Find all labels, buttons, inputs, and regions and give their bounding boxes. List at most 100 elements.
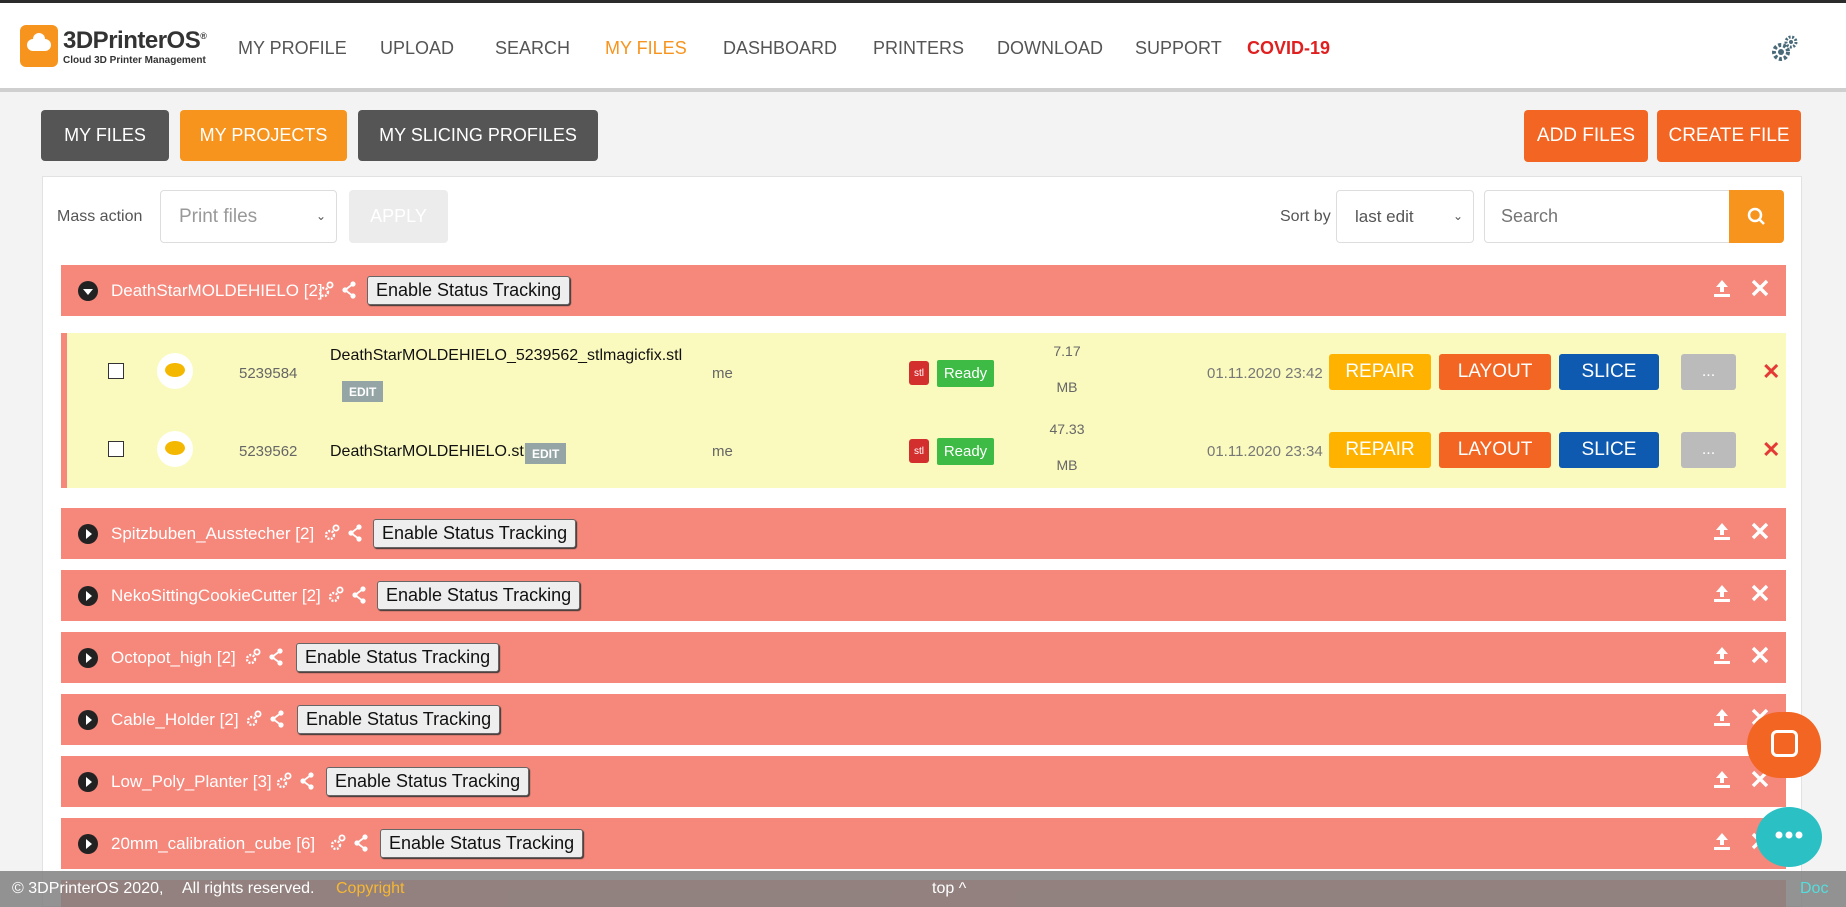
- edit-badge[interactable]: EDIT: [342, 381, 384, 402]
- nav-dashboard[interactable]: DASHBOARD: [723, 38, 837, 59]
- nav-download[interactable]: DOWNLOAD: [997, 38, 1103, 59]
- file-checkbox[interactable]: [108, 363, 124, 379]
- expand-icon[interactable]: [78, 710, 98, 730]
- layout-button[interactable]: LAYOUT: [1439, 432, 1551, 468]
- chevron-down-icon: ⌄: [1452, 209, 1463, 223]
- project-name[interactable]: Octopot_high [2]: [111, 648, 236, 668]
- project-tools-icon[interactable]: [323, 522, 367, 544]
- project-tools-icon[interactable]: [244, 646, 288, 668]
- project-name[interactable]: Spitzbuben_Ausstecher [2]: [111, 524, 314, 544]
- settings-gear-icon[interactable]: [1768, 33, 1800, 65]
- repair-button[interactable]: REPAIR: [1329, 354, 1431, 390]
- slice-button[interactable]: SLICE: [1559, 432, 1659, 468]
- project-name[interactable]: Low_Poly_Planter [3]: [111, 772, 272, 792]
- project-name[interactable]: Cable_Holder [2]: [111, 710, 239, 730]
- project-row[interactable]: 20mm_calibration_cube [6] Enable Status …: [61, 818, 1786, 869]
- more-options-button[interactable]: ...: [1681, 354, 1736, 390]
- enable-status-tracking-button[interactable]: Enable Status Tracking: [296, 643, 500, 672]
- search-input[interactable]: [1484, 190, 1730, 243]
- upload-icon[interactable]: [1712, 582, 1732, 604]
- nav-printers[interactable]: PRINTERS: [873, 38, 964, 59]
- project-row[interactable]: Octopot_high [2] Enable Status Tracking: [61, 632, 1786, 683]
- close-icon[interactable]: [1750, 582, 1770, 604]
- project-tools-icon[interactable]: [329, 832, 373, 854]
- upload-icon[interactable]: [1712, 520, 1732, 542]
- project-tools-icon[interactable]: [327, 584, 371, 606]
- project-row[interactable]: Cable_Holder [2] Enable Status Tracking: [61, 694, 1786, 745]
- file-thumbnail[interactable]: [157, 353, 193, 389]
- file-checkbox[interactable]: [108, 441, 124, 457]
- chat-bubble-button[interactable]: [1756, 807, 1822, 867]
- nav-support[interactable]: SUPPORT: [1135, 38, 1222, 59]
- tab-my-projects[interactable]: MY PROJECTS: [180, 110, 347, 161]
- expand-icon[interactable]: [78, 772, 98, 792]
- footer-doc-link[interactable]: Doc: [1800, 880, 1828, 898]
- layout-button[interactable]: LAYOUT: [1439, 354, 1551, 390]
- enable-status-tracking-button[interactable]: Enable Status Tracking: [297, 705, 501, 734]
- project-name[interactable]: DeathStarMOLDEHIELO [2]: [111, 281, 323, 301]
- project-row[interactable]: NekoSittingCookieCutter [2] Enable Statu…: [61, 570, 1786, 621]
- file-size: 47.33 MB: [1049, 421, 1085, 473]
- project-row[interactable]: Spitzbuben_Ausstecher [2] Enable Status …: [61, 508, 1786, 559]
- nav-my-files[interactable]: MY FILES: [605, 38, 687, 59]
- collapse-icon[interactable]: [78, 281, 98, 301]
- back-to-top-link[interactable]: top ^: [932, 880, 966, 898]
- upload-icon[interactable]: [1712, 644, 1732, 666]
- project-row[interactable]: Low_Poly_Planter [3] Enable Status Track…: [61, 756, 1786, 807]
- footer-copyright-link[interactable]: Copyright: [336, 880, 404, 898]
- close-icon[interactable]: [1750, 520, 1770, 542]
- upload-icon[interactable]: [1712, 706, 1732, 728]
- stl-file-icon: stl: [909, 361, 929, 385]
- footer-rights-text: All rights reserved.: [182, 880, 315, 897]
- repair-button[interactable]: REPAIR: [1329, 432, 1431, 468]
- nav-my-profile[interactable]: MY PROFILE: [238, 38, 347, 59]
- upload-icon[interactable]: [1712, 768, 1732, 790]
- logo-title: 3DPrinterOS®: [63, 27, 207, 54]
- expand-icon[interactable]: [78, 524, 98, 544]
- enable-status-tracking-button[interactable]: Enable Status Tracking: [377, 581, 581, 610]
- tab-my-files[interactable]: MY FILES: [41, 110, 169, 161]
- nav-covid-19[interactable]: COVID-19: [1247, 38, 1330, 59]
- expand-icon[interactable]: [78, 834, 98, 854]
- enable-status-tracking-button[interactable]: Enable Status Tracking: [326, 767, 530, 796]
- project-tools-icon[interactable]: [245, 708, 289, 730]
- logo-subtitle: Cloud 3D Printer Management: [63, 55, 206, 66]
- upload-icon[interactable]: [1712, 277, 1732, 299]
- file-id: 5239584: [239, 365, 298, 382]
- edit-badge[interactable]: EDIT: [525, 443, 567, 464]
- project-name[interactable]: NekoSittingCookieCutter [2]: [111, 586, 321, 606]
- mass-action-select[interactable]: Print files ⌄: [160, 190, 337, 243]
- delete-file-icon[interactable]: ✕: [1762, 437, 1780, 463]
- create-file-button[interactable]: CREATE FILE: [1657, 110, 1801, 162]
- top-navigation: 3DPrinterOS® Cloud 3D Printer Management…: [0, 3, 1846, 92]
- apply-button[interactable]: APPLY: [349, 190, 448, 243]
- logo-icon: [20, 25, 58, 67]
- nav-upload[interactable]: UPLOAD: [380, 38, 454, 59]
- expand-icon[interactable]: [78, 586, 98, 606]
- close-icon[interactable]: [1750, 644, 1770, 666]
- footer-copyright-text: © 3DPrinterOS 2020,: [12, 880, 164, 897]
- file-name[interactable]: DeathStarMOLDEHIELO.stl: [330, 443, 527, 461]
- delete-file-icon[interactable]: ✕: [1762, 359, 1780, 385]
- nav-search[interactable]: SEARCH: [495, 38, 570, 59]
- more-options-button[interactable]: ...: [1681, 432, 1736, 468]
- upload-icon[interactable]: [1712, 830, 1732, 852]
- search-button[interactable]: [1729, 190, 1784, 243]
- project-tools-icon[interactable]: [317, 279, 361, 301]
- expand-icon[interactable]: [78, 648, 98, 668]
- file-name[interactable]: DeathStarMOLDEHIELO_5239562_stlmagicfix.…: [330, 347, 682, 365]
- logo[interactable]: 3DPrinterOS® Cloud 3D Printer Management: [20, 25, 220, 69]
- enable-status-tracking-button[interactable]: Enable Status Tracking: [380, 829, 584, 858]
- tab-my-slicing-profiles[interactable]: MY SLICING PROFILES: [358, 110, 598, 161]
- project-row[interactable]: DeathStarMOLDEHIELO [2] Enable Status Tr…: [61, 265, 1786, 316]
- add-files-button[interactable]: ADD FILES: [1524, 110, 1648, 162]
- enable-status-tracking-button[interactable]: Enable Status Tracking: [367, 276, 571, 305]
- project-name[interactable]: 20mm_calibration_cube [6]: [111, 834, 315, 854]
- support-messenger-button[interactable]: [1747, 712, 1821, 778]
- slice-button[interactable]: SLICE: [1559, 354, 1659, 390]
- project-tools-icon[interactable]: [275, 770, 319, 792]
- file-thumbnail[interactable]: [157, 431, 193, 467]
- sort-select[interactable]: last edit ⌄: [1336, 190, 1474, 243]
- close-icon[interactable]: [1750, 277, 1770, 299]
- enable-status-tracking-button[interactable]: Enable Status Tracking: [373, 519, 577, 548]
